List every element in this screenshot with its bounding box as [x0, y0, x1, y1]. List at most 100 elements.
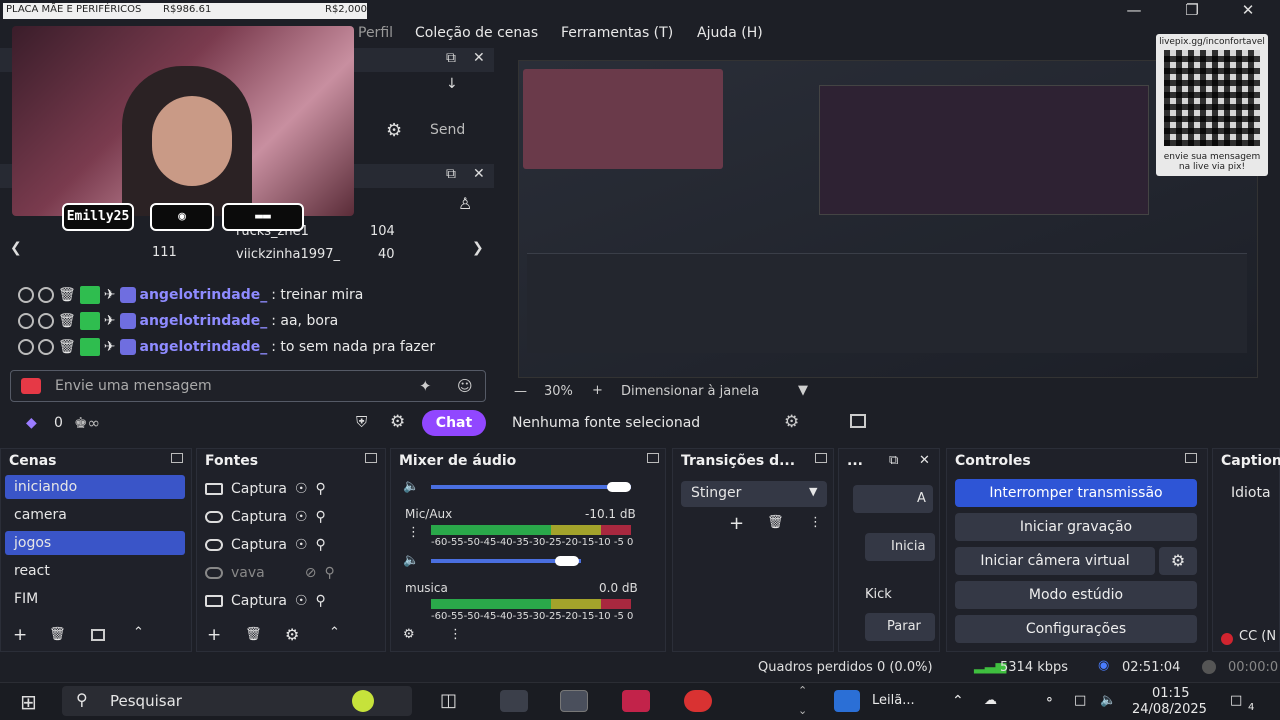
emote-icon[interactable]: ✦ — [419, 377, 432, 395]
delete-icon[interactable]: 🗑 — [58, 339, 76, 355]
task-view-icon[interactable]: ◫ — [440, 690, 457, 711]
tray-chevron-icon[interactable]: ⌃ — [952, 693, 964, 709]
mixer-settings-icon[interactable]: ⚙ — [403, 627, 415, 642]
remove-transition-icon[interactable]: 🗑 — [767, 515, 784, 530]
misc-button[interactable]: Inicia — [865, 533, 935, 561]
scene-item[interactable]: iniciando — [5, 475, 185, 499]
misc-button[interactable]: A — [853, 485, 933, 513]
start-recording-button[interactable]: Iniciar gravação — [955, 513, 1197, 541]
ban-icon[interactable] — [18, 287, 34, 303]
users-icon[interactable]: ♙ — [458, 194, 472, 213]
chevron-down-icon[interactable]: ▼ — [798, 383, 808, 398]
lock-icon[interactable]: ⚲ — [324, 561, 334, 585]
delete-icon[interactable]: 🗑 — [58, 313, 76, 329]
scene-item[interactable]: FIM — [5, 587, 185, 611]
zoom-out-icon[interactable]: — — [514, 384, 527, 399]
app-label-leilao[interactable]: Leilã... — [872, 693, 915, 708]
chat-message[interactable]: 🗑 ✈ angelotrindade_ : to sem nada pra fa… — [18, 336, 435, 358]
minimize-icon[interactable]: — — [1122, 1, 1146, 21]
start-virtual-cam-button[interactable]: Iniciar câmera virtual — [955, 547, 1155, 575]
tray-time[interactable]: 01:15 — [1152, 686, 1189, 701]
chat-input[interactable]: Envie uma mensagem ✦ ☺ — [10, 370, 486, 402]
source-item[interactable]: Captura ☉ ⚲ — [205, 589, 375, 613]
scene-item[interactable]: jogos — [5, 531, 185, 555]
eye-hidden-icon[interactable]: ⊘ — [305, 561, 317, 585]
source-item[interactable]: Captura ☉ ⚲ — [205, 533, 375, 557]
volume-knob-1[interactable] — [607, 482, 631, 492]
tray-mic-icon[interactable]: ⚬ — [1044, 693, 1055, 708]
speaker-icon[interactable]: 🔈 — [403, 479, 419, 494]
timeout-icon[interactable] — [38, 287, 54, 303]
zoom-in-icon[interactable]: + — [592, 383, 603, 398]
scroll-down-icon[interactable]: ↓ — [446, 76, 458, 92]
volume-slider-1[interactable] — [431, 485, 631, 489]
source-item[interactable]: Captura ☉ ⚲ — [205, 505, 375, 529]
settings-gear-icon[interactable]: ⚙ — [386, 120, 402, 141]
chat-username[interactable]: angelotrindade_ — [140, 287, 268, 303]
controls-float-icon[interactable] — [1185, 453, 1197, 463]
remove-scene-icon[interactable]: 🗑 — [49, 627, 66, 642]
eye-icon[interactable]: ☉ — [295, 505, 308, 529]
eye-icon[interactable]: ☉ — [295, 477, 308, 501]
scroll-up-icon[interactable]: ⌃ — [798, 684, 807, 697]
source-item[interactable]: vava ⊘ ⚲ — [205, 561, 375, 585]
source-props-icon[interactable]: ⚙ — [285, 625, 299, 644]
close-dock-icon[interactable]: ✕ — [473, 50, 485, 66]
tray-network-icon[interactable]: □ — [1074, 693, 1086, 708]
timeout-icon[interactable] — [38, 313, 54, 329]
source-item[interactable]: Captura ☉ ⚲ — [205, 477, 375, 501]
transitions-float-icon[interactable] — [815, 453, 827, 463]
chat-username[interactable]: angelotrindade_ — [140, 339, 268, 355]
add-scene-icon[interactable]: + — [13, 625, 27, 645]
app-icon-co[interactable] — [684, 690, 712, 712]
source-up-icon[interactable]: ⌃ — [329, 625, 340, 640]
app-icon-obs-capture[interactable] — [500, 690, 528, 712]
menu-perfil[interactable]: Perfil — [358, 25, 393, 41]
notification-icon[interactable]: □ — [1230, 693, 1242, 708]
add-source-icon[interactable]: + — [207, 625, 221, 645]
lock-icon[interactable]: ⚲ — [316, 477, 326, 501]
app-icon-leilao[interactable] — [834, 690, 860, 712]
menu-ajuda[interactable]: Ajuda (H) — [697, 25, 763, 41]
mixer-menu-icon[interactable]: ⋮ — [449, 627, 462, 642]
chat-username[interactable]: angelotrindade_ — [140, 313, 268, 329]
channel-menu-icon[interactable]: ⋮ — [407, 525, 420, 540]
studio-mode-button[interactable]: Modo estúdio — [955, 581, 1197, 609]
tray-volume-icon[interactable]: 🔈 — [1100, 693, 1116, 708]
next-arrow-icon[interactable]: ❯ — [472, 240, 484, 256]
scene-item[interactable]: react — [5, 559, 185, 583]
tray-date[interactable]: 24/08/2025 — [1132, 702, 1207, 717]
delete-icon[interactable]: 🗑 — [58, 287, 76, 303]
emoji-icon[interactable]: ☺ — [457, 377, 473, 395]
scenes-float-icon[interactable] — [171, 453, 183, 463]
shield-icon[interactable]: ⛨ — [356, 413, 367, 431]
chat-message[interactable]: 🗑 ✈ angelotrindade_ : treinar mira — [18, 284, 363, 306]
app-icon-obs[interactable] — [560, 690, 588, 712]
eye-icon[interactable]: ☉ — [295, 533, 308, 557]
transition-select[interactable]: Stinger ▼ — [681, 481, 827, 507]
virtual-cam-settings-icon[interactable]: ⚙ — [1159, 547, 1197, 575]
sources-float-icon[interactable] — [365, 453, 377, 463]
lock-icon[interactable]: ⚲ — [316, 533, 326, 557]
source-settings-icon[interactable]: ⚙ — [784, 412, 799, 432]
remove-source-icon[interactable]: 🗑 — [245, 627, 262, 642]
scroll-down-icon[interactable]: ⌄ — [798, 704, 807, 717]
send-button[interactable]: Send — [430, 122, 465, 138]
eye-icon[interactable]: ☉ — [295, 589, 308, 613]
app-icon-mail[interactable] — [622, 690, 650, 712]
lock-icon[interactable]: ⚲ — [316, 505, 326, 529]
timeout-icon[interactable] — [38, 339, 54, 355]
chat-message[interactable]: 🗑 ✈ angelotrindade_ : aa, bora — [18, 310, 338, 332]
volume-knob-2[interactable] — [555, 556, 579, 566]
add-transition-icon[interactable]: + — [729, 513, 744, 534]
chat-settings-icon[interactable]: ⚙ — [390, 412, 405, 432]
chat-button[interactable]: Chat — [422, 410, 486, 436]
settings-button[interactable]: Configurações — [955, 615, 1197, 643]
misc-close-icon[interactable]: ✕ — [919, 453, 930, 468]
prev-arrow-icon[interactable]: ❮ — [10, 240, 22, 256]
misc-float-icon[interactable]: ⧉ — [889, 453, 898, 468]
stop-stream-button[interactable]: Interromper transmissão — [955, 479, 1197, 507]
move-up-icon[interactable]: ⌃ — [133, 625, 144, 640]
fit-window-label[interactable]: Dimensionar à janela — [621, 384, 759, 399]
filters-icon[interactable] — [850, 414, 866, 428]
